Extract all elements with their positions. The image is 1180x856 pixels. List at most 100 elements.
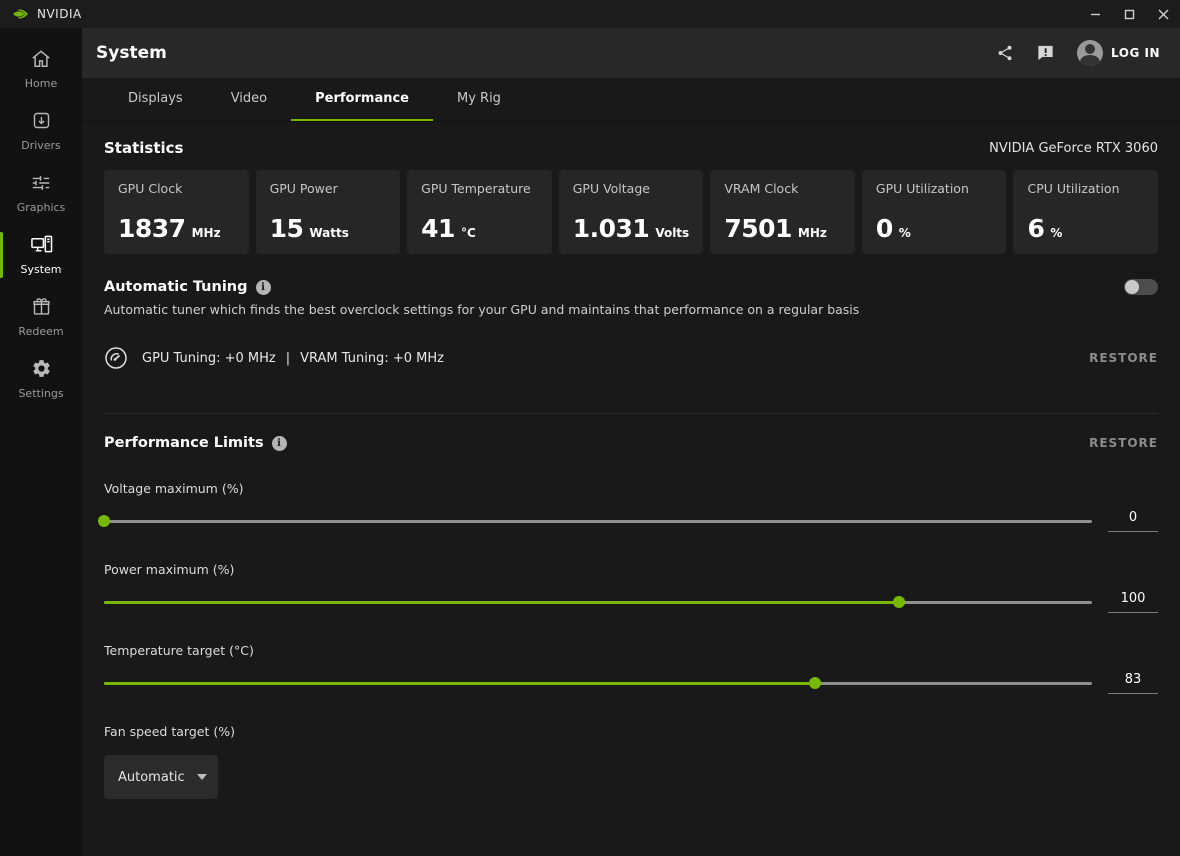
- stat-unit: °C: [460, 226, 476, 240]
- voltage-maximum-slider-group: Voltage maximum (%) 0: [98, 481, 1158, 532]
- stat-unit: MHz: [191, 226, 221, 240]
- performance-limits-heading: Performance Limits: [104, 435, 264, 451]
- fan-speed-dropdown[interactable]: Automatic: [104, 755, 218, 799]
- tab-my-rig[interactable]: My Rig: [433, 78, 525, 121]
- stat-unit: MHz: [797, 226, 827, 240]
- performance-limits-section: Performance Limits i RESTORE Voltage max…: [98, 435, 1158, 799]
- app-title: NVIDIA: [37, 7, 82, 21]
- stat-card-gpu-clock: GPU Clock 1837 MHz: [104, 170, 249, 254]
- sidebar-item-drivers[interactable]: Drivers: [0, 100, 82, 162]
- share-button[interactable]: [996, 44, 1014, 62]
- gear-icon: [31, 358, 52, 383]
- stat-card-cpu-utilization: CPU Utilization 6%: [1013, 170, 1159, 254]
- sidebar-item-redeem[interactable]: Redeem: [0, 286, 82, 348]
- stat-value: 41: [421, 214, 455, 243]
- vram-tuning-value: VRAM Tuning: +0 MHz: [300, 350, 444, 366]
- stat-card-gpu-utilization: GPU Utilization 0%: [861, 170, 1007, 254]
- limits-restore-button[interactable]: RESTORE: [1089, 436, 1158, 450]
- sidebar-item-label: Drivers: [21, 139, 61, 152]
- stat-unit: Watts: [309, 226, 349, 240]
- slider-label: Power maximum (%): [104, 562, 235, 577]
- gauge-icon: [105, 347, 127, 369]
- stat-value: 0: [875, 214, 893, 243]
- temperature-target-slider[interactable]: [104, 674, 1092, 692]
- avatar-icon: [1077, 40, 1104, 66]
- chevron-down-icon: [196, 774, 207, 780]
- info-icon[interactable]: i: [271, 435, 287, 451]
- temperature-target-slider-group: Temperature target (°C) 83: [104, 643, 1158, 694]
- voltage-maximum-value-field[interactable]: 0: [1108, 510, 1158, 532]
- login-button[interactable]: LOG IN: [1077, 40, 1160, 66]
- section-divider: [104, 413, 1158, 414]
- sidebar: Home Drivers Graphics System Redeem Sett…: [0, 28, 82, 856]
- tab-video[interactable]: Video: [207, 78, 291, 121]
- stat-unit: Volts: [655, 226, 690, 240]
- window-controls: [1078, 0, 1180, 28]
- gpu-name: NVIDIA GeForce RTX 3060: [989, 140, 1158, 156]
- slider-track: [104, 519, 1092, 523]
- share-icon: [998, 45, 1012, 61]
- stat-value: 1837: [118, 214, 186, 243]
- automatic-tuning-section: Automatic Tuning i Automatic tuner which…: [104, 279, 1158, 370]
- stat-unit: %: [1050, 226, 1063, 240]
- slider-label: Voltage maximum (%): [104, 481, 244, 496]
- slider-label: Temperature target (°C): [104, 643, 254, 658]
- slider-thumb[interactable]: [893, 596, 906, 608]
- power-maximum-slider[interactable]: [104, 593, 1092, 611]
- temperature-target-value-field[interactable]: 83: [1108, 672, 1158, 694]
- toggle-knob: [1125, 280, 1139, 294]
- home-icon: [30, 49, 52, 73]
- sidebar-item-graphics[interactable]: Graphics: [0, 162, 82, 224]
- tab-bar: Displays Video Performance My Rig: [82, 78, 1180, 122]
- active-indicator: [0, 232, 3, 278]
- slider-fill: [104, 681, 816, 685]
- stat-value: 6: [1027, 214, 1045, 243]
- slider-thumb[interactable]: [98, 515, 110, 527]
- login-label: LOG IN: [1111, 46, 1160, 60]
- sidebar-item-label: Redeem: [18, 325, 64, 338]
- automatic-tuning-heading: Automatic Tuning: [104, 279, 248, 295]
- power-maximum-slider-group: Power maximum (%) 100: [104, 562, 1158, 613]
- automatic-tuning-description: Automatic tuner which finds the best ove…: [104, 302, 860, 317]
- tuning-separator: |: [285, 350, 291, 366]
- sidebar-item-label: Graphics: [16, 200, 66, 214]
- computer-icon: [30, 234, 53, 259]
- sidebar-item-label: Settings: [18, 387, 64, 400]
- sidebar-item-settings[interactable]: Settings: [0, 348, 82, 410]
- stat-value: 15: [269, 214, 304, 243]
- sidebar-item-label: Home: [24, 76, 58, 90]
- minimize-button[interactable]: [1078, 0, 1112, 28]
- notifications-button[interactable]: [1036, 44, 1055, 62]
- tab-performance[interactable]: Performance: [291, 78, 433, 121]
- statistics-cards: GPU Clock 1837 MHz GPU Power 15 Watts GPU …: [104, 170, 1159, 254]
- stat-value: 7501: [724, 214, 792, 243]
- fan-speed-target-label: Fan speed target (%): [104, 724, 235, 739]
- sidebar-item-system[interactable]: System: [0, 224, 82, 286]
- power-maximum-value-field[interactable]: 100: [1108, 591, 1158, 613]
- stat-card-gpu-power: GPU Power 15 Watts: [255, 170, 401, 254]
- gpu-tuning-value: GPU Tuning: +0 MHz: [142, 350, 276, 366]
- slider-fill: [104, 600, 900, 604]
- statistics-heading: Statistics: [104, 139, 184, 157]
- stat-value: 1.031: [572, 214, 650, 243]
- close-button[interactable]: [1146, 0, 1180, 28]
- page-header: System LOG IN: [82, 28, 1180, 78]
- slider-thumb[interactable]: [809, 677, 822, 689]
- tab-displays[interactable]: Displays: [104, 78, 207, 121]
- info-icon[interactable]: i: [255, 279, 271, 295]
- fan-speed-target-group: Fan speed target (%) Automatic: [104, 724, 1158, 799]
- sidebar-item-home[interactable]: Home: [0, 38, 82, 100]
- sidebar-item-label: System: [20, 263, 62, 276]
- maximize-button[interactable]: [1112, 0, 1146, 28]
- nvidia-app-window: NVIDIA Home Drivers Graphics System Rede…: [0, 0, 1180, 856]
- tune-sliders-icon: [30, 173, 52, 197]
- voltage-maximum-slider[interactable]: [98, 512, 1092, 530]
- automatic-tuning-toggle[interactable]: [1124, 279, 1158, 295]
- fan-speed-selected-value: Automatic: [118, 769, 185, 785]
- stat-card-gpu-temperature: GPU Temperature 41 °C: [407, 170, 552, 254]
- tuning-restore-button[interactable]: RESTORE: [1089, 351, 1158, 365]
- stat-card-vram-clock: VRAM Clock 7501 MHz: [710, 170, 855, 254]
- stat-card-gpu-voltage: GPU Voltage 1.031 Volts: [558, 170, 704, 254]
- performance-content: Statistics NVIDIA GeForce RTX 3060 GPU C…: [82, 122, 1180, 856]
- titlebar: NVIDIA: [0, 0, 1180, 28]
